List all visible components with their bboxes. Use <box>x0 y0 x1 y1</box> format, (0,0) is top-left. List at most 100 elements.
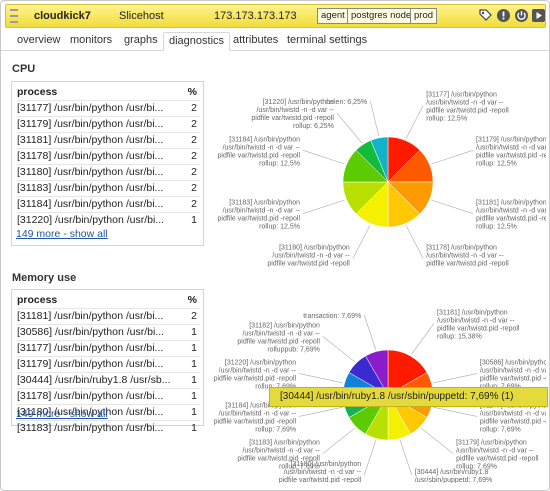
table-row[interactable]: [31178] /usr/bin/python /usr/bi... 2 <box>17 148 200 164</box>
process-percent: 2 <box>191 150 197 162</box>
drag-handle-icon[interactable] <box>10 9 18 23</box>
pie-leader-line <box>433 406 477 417</box>
process-percent: 2 <box>191 102 197 114</box>
process-percent: 1 <box>191 390 197 402</box>
memory-pie-chart: [31181] /usr/bin/python/usr/bin/twistd -… <box>214 309 546 483</box>
pie-leader-line <box>431 199 474 214</box>
tab-diagnostics[interactable]: diagnostics <box>163 32 231 51</box>
tag-postgres-node[interactable]: postgres node <box>347 8 416 24</box>
process-percent: 1 <box>191 374 197 386</box>
table-row[interactable]: [31179] /usr/bin/python /usr/bi... 1 <box>17 356 200 372</box>
cpu-show-all-link[interactable]: 149 more - show all <box>16 228 108 240</box>
pie-leader-line <box>302 199 345 214</box>
process-name: [31220] /usr/bin/python /usr/bi... <box>17 214 165 226</box>
pie-slice-label: [30444] /usr/bin/ruby1.8/usr/sbin/puppet… <box>415 469 492 483</box>
pie-leader-line <box>405 225 424 259</box>
table-row[interactable]: [31181] /usr/bin/python /usr/bi... 2 <box>17 132 200 148</box>
tag-prod[interactable]: prod <box>410 8 438 24</box>
pie-slice-label: [31220] /usr/bin/python/usr/bin/twistd -… <box>251 99 334 130</box>
process-percent: 2 <box>191 118 197 130</box>
tag-icon[interactable] <box>478 8 493 23</box>
pie-leader-line <box>421 427 454 454</box>
pie-leader-line <box>322 427 355 454</box>
process-name: [31181] /usr/bin/python /usr/bi... <box>17 134 164 146</box>
table-row[interactable]: [31177] /usr/bin/python /usr/bi... 2 <box>17 100 200 116</box>
pie-leader-line <box>411 323 435 355</box>
tab-attributes[interactable]: attributes <box>233 34 278 46</box>
tab-monitors[interactable]: monitors <box>70 34 112 46</box>
cpu-table-header: process % <box>17 86 200 100</box>
tag-agent[interactable]: agent <box>317 8 349 24</box>
pie-slice-label: [31182] /usr/bin/python/usr/bin/twistd -… <box>237 323 320 354</box>
table-row[interactable]: [30444] /usr/bin/ruby1.8 /usr/sb... 1 <box>17 372 200 388</box>
pie-leader-line <box>363 314 377 350</box>
pie-slice-label: [31177] /usr/bin/python/usr/bin/twistd -… <box>480 402 546 433</box>
pie-leader-line <box>431 150 474 165</box>
table-row[interactable]: [31183] /usr/bin/python /usr/bi... 1 <box>17 420 200 436</box>
table-row[interactable]: [31220] /usr/bin/python /usr/bi... 1 <box>17 212 200 228</box>
tab-terminal-settings[interactable]: terminal settings <box>287 34 367 46</box>
memory-show-all-link[interactable]: 149 more - show all <box>16 408 108 420</box>
process-name: [30444] /usr/bin/ruby1.8 /usr/sb... <box>17 374 171 386</box>
memory-col-percent: % <box>187 294 197 306</box>
table-row[interactable]: [31178] /usr/bin/python /usr/bi... 1 <box>17 388 200 404</box>
table-row[interactable]: [31183] /usr/bin/python /usr/bi... 2 <box>17 180 200 196</box>
pie-slice-label: [31177] /usr/bin/python/usr/bin/twistd -… <box>426 92 509 123</box>
process-percent: 1 <box>191 422 197 434</box>
process-percent: 1 <box>191 214 197 226</box>
table-row[interactable]: [31179] /usr/bin/python /usr/bi... 2 <box>17 116 200 132</box>
pie-leader-line <box>369 100 380 136</box>
pie-leader-line <box>336 113 363 144</box>
pie-slice-label: [31178] /usr/bin/python/usr/bin/twistd -… <box>426 245 509 269</box>
process-name: [31184] /usr/bin/python /usr/bi... <box>17 198 164 210</box>
pie-slice-label: [31220] /usr/bin/python/usr/bin/twistd -… <box>214 360 297 391</box>
pie-leader-line <box>399 440 413 476</box>
memory-col-process: process <box>17 294 58 306</box>
process-percent: 2 <box>191 182 197 194</box>
cpu-process-table: process % [31177] /usr/bin/python /usr/b… <box>17 86 200 228</box>
process-name: [31181] /usr/bin/python /usr/bi... <box>17 310 164 322</box>
table-row[interactable]: [31181] /usr/bin/python /usr/bi... 2 <box>17 308 200 324</box>
power-icon[interactable] <box>514 8 529 23</box>
server-header-bar: cloudkick7 Slicehost 173.173.173.173 age… <box>5 4 546 28</box>
process-name: [31179] /usr/bin/python /usr/bi... <box>17 358 164 370</box>
table-row[interactable]: [31177] /usr/bin/python /usr/bi... 1 <box>17 340 200 356</box>
process-percent: 1 <box>191 406 197 418</box>
cpu-col-process: process <box>17 86 58 98</box>
tab-graphs[interactable]: graphs <box>124 34 158 46</box>
pie-leader-line <box>363 440 377 476</box>
process-name: [31177] /usr/bin/python /usr/bi... <box>17 102 164 114</box>
tab-bar: overview monitors graphs diagnostics att… <box>1 31 549 51</box>
process-percent: 2 <box>191 310 197 322</box>
process-name: [30586] /usr/bin/python /usr/bi... <box>17 326 165 338</box>
process-name: [31180] /usr/bin/python /usr/bi... <box>17 166 164 178</box>
pie-slice-label: [31184] /usr/bin/python/usr/bin/twistd -… <box>218 136 301 167</box>
table-row[interactable]: [30586] /usr/bin/python /usr/bi... 1 <box>17 324 200 340</box>
pie-slice-label: [31179] /usr/bin/python/usr/bin/twistd -… <box>476 136 546 167</box>
cpu-process-panel: process % [31177] /usr/bin/python /usr/b… <box>11 81 204 246</box>
table-row[interactable]: [31184] /usr/bin/python /usr/bi... 2 <box>17 196 200 212</box>
pie-slice-label: helen: 6,25% <box>326 99 367 106</box>
process-percent: 2 <box>191 134 197 146</box>
server-name[interactable]: cloudkick7 <box>34 10 91 22</box>
process-name: [31179] /usr/bin/python /usr/bi... <box>17 118 164 130</box>
memory-section-title: Memory use <box>12 272 77 284</box>
memory-table-header: process % <box>17 294 200 308</box>
server-ip: 173.173.173.173 <box>214 10 297 22</box>
pie-leader-line <box>405 105 424 139</box>
process-name: [31177] /usr/bin/python /usr/bi... <box>17 342 164 354</box>
process-percent: 2 <box>191 166 197 178</box>
pie-slice-label: [31181] /usr/bin/python/usr/bin/twistd -… <box>437 309 520 340</box>
process-percent: 1 <box>191 342 197 354</box>
process-percent: 1 <box>191 358 197 370</box>
server-detail-window: cloudkick7 Slicehost 173.173.173.173 age… <box>0 0 550 491</box>
tab-overview[interactable]: overview <box>17 34 60 46</box>
memory-chart-tooltip: [30444] /usr/bin/ruby1.8 /usr/sbin/puppe… <box>269 387 548 407</box>
process-name: [31178] /usr/bin/python /usr/bi... <box>17 150 164 162</box>
server-provider: Slicehost <box>119 10 164 22</box>
table-row[interactable]: [31180] /usr/bin/python /usr/bi... 2 <box>17 164 200 180</box>
alert-icon[interactable] <box>496 8 511 23</box>
play-icon[interactable] <box>531 8 546 23</box>
pie-leader-line <box>433 373 477 384</box>
process-percent: 2 <box>191 198 197 210</box>
